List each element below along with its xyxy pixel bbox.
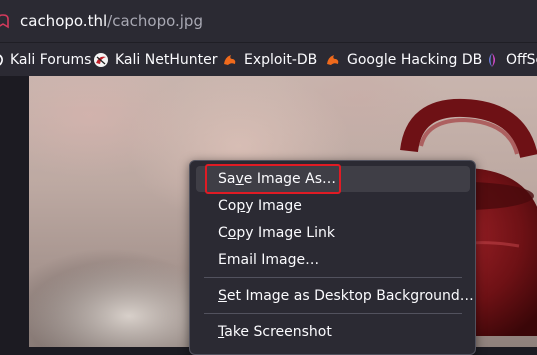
- offsec-icon: [489, 53, 495, 67]
- bookmark-kali-nethunter[interactable]: Kali NetHunter: [93, 50, 217, 70]
- bookmark-label: OffSe: [506, 52, 537, 68]
- annotation-highlight-box: [205, 164, 341, 194]
- bookmark-label: Kali NetHunter: [115, 52, 218, 68]
- bookmark-kali-forums[interactable]: Kali Forums: [0, 50, 91, 70]
- url-text[interactable]: cachopo.thl/cachopo.jpg: [20, 12, 203, 30]
- nethunter-icon: [94, 53, 108, 67]
- bookmark-label: Kali Forums: [10, 52, 92, 68]
- menu-item-copy-image-link[interactable]: Copy Image Link: [196, 220, 470, 246]
- bookmark-label: Google Hacking DB: [347, 52, 483, 68]
- bookmarks-toolbar: Kali Forums Kali NetHunter Exploit-DB Go…: [0, 43, 537, 76]
- menu-item-copy-image[interactable]: Copy Image: [196, 193, 470, 219]
- bookmark-exploit-db[interactable]: Exploit-DB: [222, 50, 317, 70]
- bookmark-offsec[interactable]: OffSe: [484, 50, 537, 70]
- menu-item-set-desktop-background[interactable]: Set Image as Desktop Background…: [196, 283, 474, 309]
- ghdb-icon: [327, 55, 339, 65]
- url-bar[interactable]: cachopo.thl/cachopo.jpg: [0, 0, 537, 43]
- exploit-db-icon: [224, 55, 236, 65]
- menu-separator: [204, 277, 462, 278]
- page-info-icon[interactable]: [0, 13, 10, 29]
- bookmark-label: Exploit-DB: [244, 52, 318, 68]
- kali-dragon-icon: [0, 54, 3, 66]
- menu-item-email-image[interactable]: Email Image…: [196, 247, 470, 273]
- menu-separator: [204, 313, 462, 314]
- menu-item-take-screenshot[interactable]: Take Screenshot: [196, 319, 470, 345]
- bookmark-google-hacking-db[interactable]: Google Hacking DB: [325, 50, 482, 70]
